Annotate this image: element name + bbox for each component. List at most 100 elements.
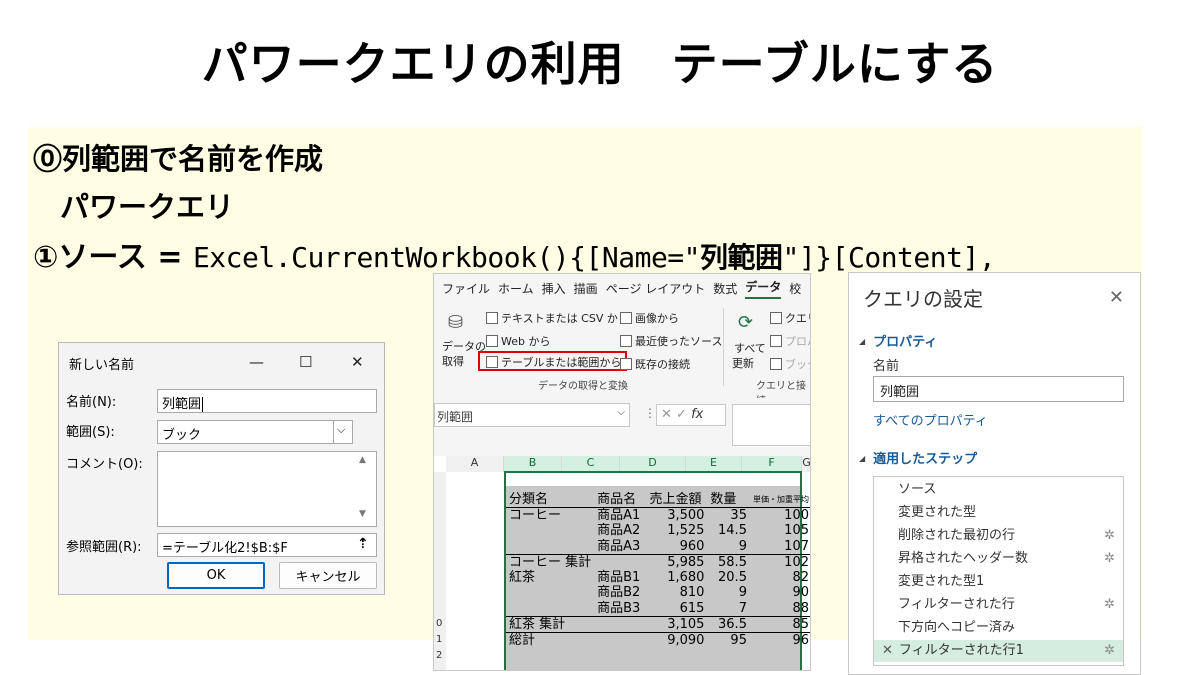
cell-product[interactable]	[594, 631, 647, 648]
ok-button[interactable]: OK	[167, 562, 265, 589]
col-header-D[interactable]: D	[620, 456, 686, 472]
cell-product[interactable]: 商品B2	[594, 585, 646, 601]
col-header-G[interactable]: G	[802, 456, 810, 472]
applied-step[interactable]: 下方向へコピー済み	[874, 617, 1123, 639]
cell-qty[interactable]: 58.5	[707, 553, 750, 570]
from-picture[interactable]: 画像から	[620, 310, 679, 326]
cell-sales[interactable]: 960	[647, 539, 708, 555]
tab-home[interactable]: ホーム	[498, 280, 534, 297]
cell-product[interactable]: 商品A3	[594, 539, 646, 555]
cell-sales[interactable]: 3,500	[647, 508, 708, 524]
cell-unit-price[interactable]: 82	[750, 570, 810, 586]
col-header-C[interactable]: C	[562, 456, 620, 472]
cell-qty[interactable]: 9	[707, 585, 750, 601]
cell-sales[interactable]: 3,105	[646, 615, 708, 632]
cell-product[interactable]: 商品B3	[594, 601, 646, 617]
gear-icon[interactable]: ✲	[1104, 525, 1115, 547]
query-name-input[interactable]: 列範囲	[873, 376, 1124, 402]
properties-button[interactable]: プロパ	[770, 333, 810, 349]
close-icon[interactable]: ✕	[351, 353, 364, 371]
cell-product[interactable]	[594, 615, 647, 632]
cell-category[interactable]: コーヒー	[506, 508, 594, 524]
cell-sales[interactable]: 1,525	[647, 523, 708, 539]
cell-sales[interactable]: 1,680	[647, 570, 708, 586]
tab-formulas[interactable]: 数式	[713, 280, 737, 297]
cell-product[interactable]: 商品A2	[594, 523, 646, 539]
cell-unit-price[interactable]: 96	[749, 631, 810, 648]
applied-step[interactable]: 変更された型1	[874, 571, 1123, 593]
tab-data[interactable]: データ	[745, 278, 782, 299]
cell-category[interactable]	[506, 601, 594, 617]
formula-input[interactable]	[732, 404, 810, 446]
get-data-label-2[interactable]: 取得	[442, 353, 464, 369]
cell-category[interactable]: コーヒー 集計	[506, 553, 595, 570]
cell-unit-price[interactable]: 90	[750, 585, 810, 601]
collapse-dialog-icon[interactable]: ⇡	[357, 536, 369, 552]
scope-select[interactable]: ブック	[157, 420, 353, 444]
header-unit-price[interactable]: 単価・加重平均	[749, 492, 810, 508]
col-header-B[interactable]: B	[504, 456, 562, 472]
tab-page-layout[interactable]: ページ レイアウト	[606, 280, 706, 297]
from-web[interactable]: Web から	[486, 333, 550, 349]
cancel-button[interactable]: キャンセル	[279, 562, 377, 589]
properties-section[interactable]: プロパティ	[859, 331, 937, 350]
chevron-down-icon[interactable]: ⌵	[617, 407, 625, 418]
cell-qty[interactable]: 36.5	[707, 615, 750, 632]
cell-unit-price[interactable]: 102	[749, 553, 810, 570]
header-product[interactable]: 商品名	[594, 492, 647, 508]
tab-insert[interactable]: 挿入	[542, 280, 566, 297]
gear-icon[interactable]: ✲	[1104, 640, 1115, 662]
scroll-down-icon[interactable]: ▼	[359, 509, 366, 519]
existing-connections[interactable]: 既存の接続	[620, 356, 690, 372]
gear-icon[interactable]: ✲	[1104, 548, 1115, 570]
col-header-A[interactable]: A	[446, 456, 504, 472]
cell-unit-price[interactable]: 100	[750, 508, 810, 524]
header-sales[interactable]: 売上金額	[646, 492, 708, 508]
cell-unit-price[interactable]: 107	[750, 539, 810, 555]
applied-step[interactable]: フィルターされた行 ✲	[874, 594, 1123, 616]
header-category[interactable]: 分類名	[506, 492, 595, 508]
applied-step[interactable]: 変更された型	[874, 502, 1123, 524]
cell-unit-price[interactable]: 88	[750, 601, 810, 617]
applied-step[interactable]: ✕ フィルターされた行1 ✲	[874, 640, 1123, 662]
row-header-10[interactable]: 0	[436, 618, 442, 629]
cell-qty[interactable]: 7	[707, 601, 750, 617]
fx-icon[interactable]: fx	[691, 407, 703, 422]
tab-file[interactable]: ファイル	[442, 280, 490, 297]
cell-product[interactable]	[594, 553, 647, 570]
applied-step[interactable]: ソース	[874, 479, 1123, 501]
cell-sales[interactable]: 615	[647, 601, 708, 617]
col-header-E[interactable]: E	[686, 456, 742, 472]
recent-sources[interactable]: 最近使ったソース	[620, 333, 722, 349]
from-table-range-button[interactable]: テーブルまたは範囲から	[478, 351, 628, 371]
scroll-up-icon[interactable]: ▲	[359, 455, 366, 465]
tab-draw[interactable]: 描画	[574, 280, 598, 297]
header-qty[interactable]: 数量	[707, 492, 750, 508]
cell-category[interactable]: 紅茶	[506, 570, 594, 586]
edit-links-button[interactable]: ブック	[770, 356, 810, 372]
row-header-12[interactable]: 2	[436, 650, 442, 661]
gear-icon[interactable]: ✲	[1104, 594, 1115, 616]
refers-to-input[interactable]: =テーブル化2!$B:$F	[157, 533, 377, 557]
cell-category[interactable]: 総計	[506, 631, 595, 648]
col-header-F[interactable]: F	[742, 456, 802, 472]
cell-category[interactable]	[506, 539, 594, 555]
all-properties-link[interactable]: すべてのプロパティ	[873, 410, 988, 429]
cell-sales[interactable]: 810	[647, 585, 708, 601]
cell-unit-price[interactable]: 85	[749, 615, 810, 632]
cell-product[interactable]: 商品B1	[594, 570, 646, 586]
cell-unit-price[interactable]: 105	[750, 523, 810, 539]
name-input[interactable]: 列範囲	[157, 389, 377, 413]
queries-connections[interactable]: クエリ	[770, 310, 810, 326]
minimize-icon[interactable]: —	[249, 353, 264, 371]
close-icon[interactable]: ✕	[1109, 287, 1124, 308]
cell-category[interactable]	[506, 585, 594, 601]
applied-steps-section[interactable]: 適用したステップ	[859, 448, 977, 467]
cell-product[interactable]: 商品A1	[594, 508, 646, 524]
cell-qty[interactable]: 95	[707, 631, 750, 648]
cell-qty[interactable]: 20.5	[707, 570, 750, 586]
applied-step[interactable]: 昇格されたヘッダー数 ✲	[874, 548, 1123, 570]
cell-qty[interactable]: 9	[707, 539, 750, 555]
tab-review[interactable]: 校	[789, 280, 801, 297]
delete-step-icon[interactable]: ✕	[882, 643, 893, 658]
